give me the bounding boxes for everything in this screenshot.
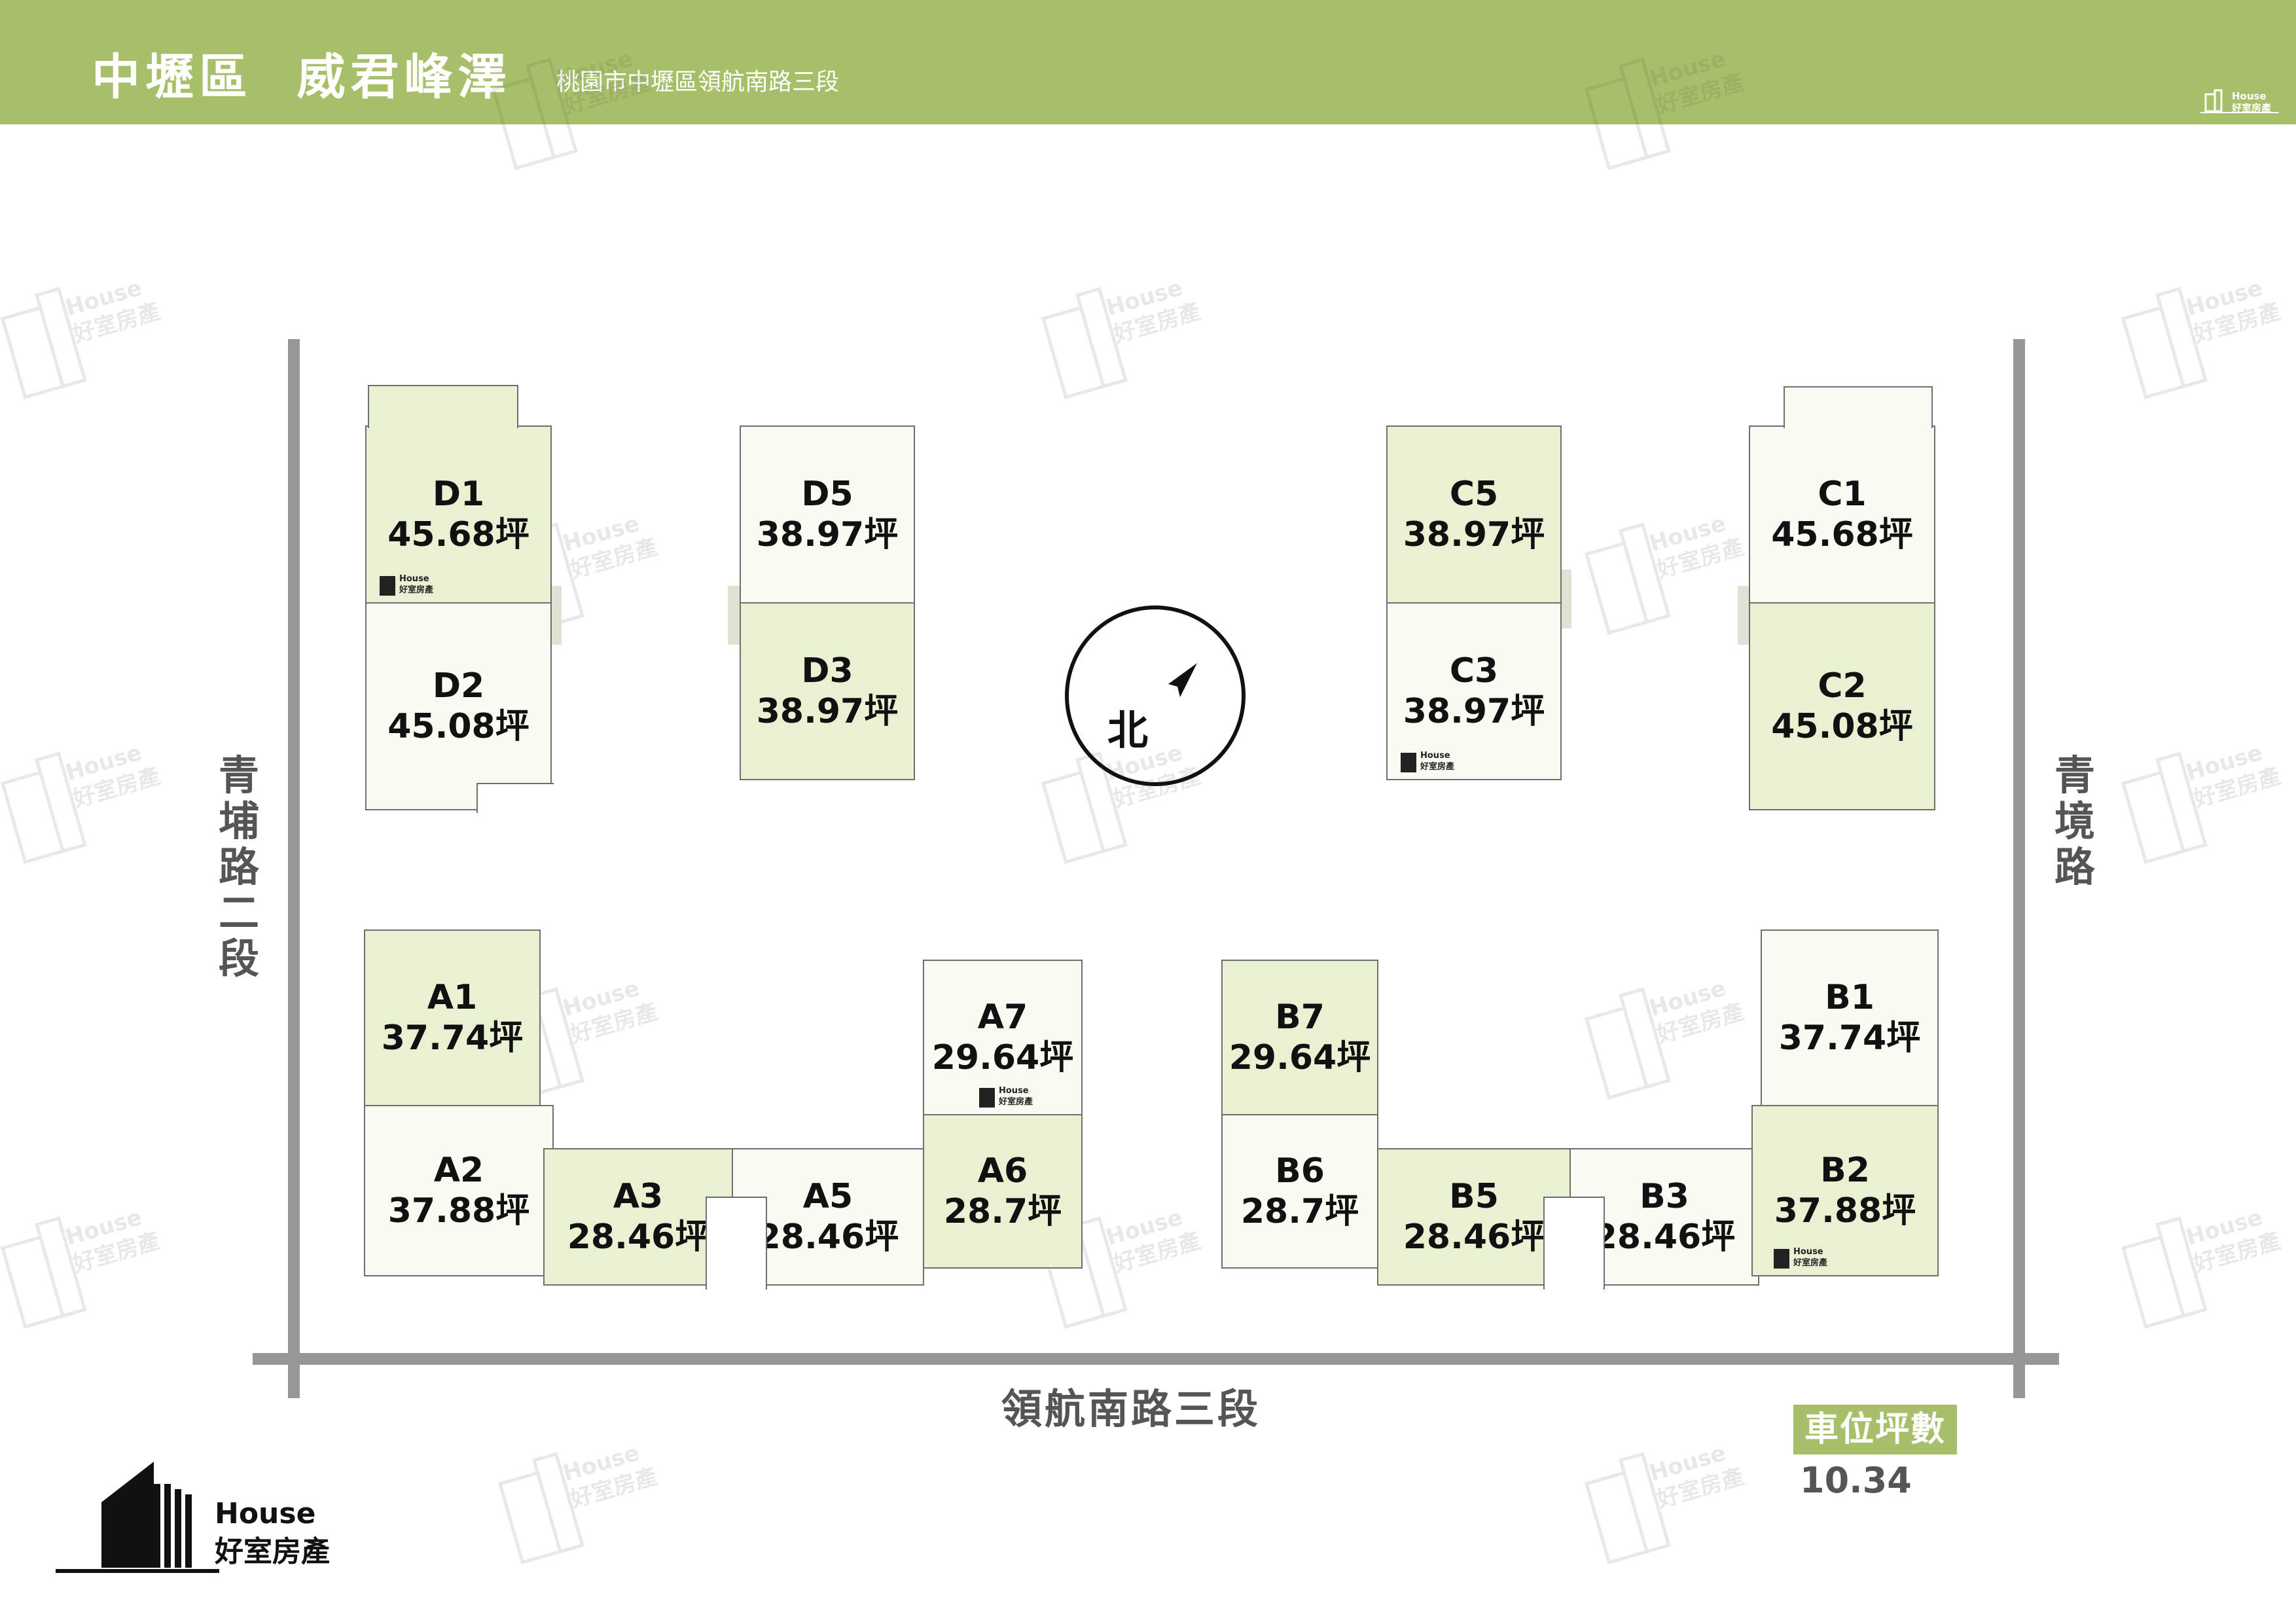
watermark-logo: House好室房產 bbox=[2109, 718, 2296, 865]
watermark-logo: House好室房產 bbox=[0, 718, 181, 865]
unit-area: 37.74坪 bbox=[1778, 1019, 1921, 1058]
unit-area: 38.97坪 bbox=[1403, 692, 1545, 731]
unit-area: 45.08坪 bbox=[387, 707, 529, 746]
brand-text: House 好室房產 bbox=[215, 1495, 330, 1571]
compass-label: 北 bbox=[1107, 706, 1149, 754]
unit-area: 28.7坪 bbox=[943, 1192, 1062, 1231]
unit-D5[interactable]: D5 38.97坪 bbox=[740, 425, 915, 604]
road-line-bottom bbox=[253, 1353, 2059, 1365]
unit-area: 38.97坪 bbox=[756, 692, 899, 731]
unit-area: 28.46坪 bbox=[1403, 1218, 1545, 1257]
watermark-logo: House好室房產 bbox=[1573, 489, 1765, 636]
brand-name-en: House bbox=[215, 1497, 316, 1530]
watermark-logo: House好室房產 bbox=[0, 1183, 181, 1330]
unit-B6[interactable]: B6 28.7坪 bbox=[1221, 1114, 1378, 1269]
watermark-logo: House好室房產 bbox=[2109, 1183, 2296, 1330]
unit-C5[interactable]: C5 38.97坪 bbox=[1386, 425, 1562, 604]
unit-B7[interactable]: B7 29.64坪 bbox=[1221, 960, 1378, 1115]
unit-D3[interactable]: D3 38.97坪 bbox=[740, 602, 915, 780]
unit-A5-notch bbox=[706, 1197, 767, 1290]
unit-A3[interactable]: A3 28.46坪 bbox=[543, 1148, 733, 1286]
connector bbox=[728, 586, 741, 645]
brand-mini-logo: House 好室房產 bbox=[979, 1084, 1051, 1109]
unit-D2-notch bbox=[476, 783, 554, 813]
brand-mini-logo: House 好室房產 bbox=[1401, 749, 1473, 774]
unit-area: 38.97坪 bbox=[756, 515, 899, 554]
building-icon bbox=[979, 1088, 995, 1108]
unit-area: 38.97坪 bbox=[1403, 515, 1545, 554]
watermark-logo: House好室房產 bbox=[2109, 253, 2296, 401]
unit-B3-notch bbox=[1543, 1197, 1605, 1290]
unit-name: B3 bbox=[1640, 1177, 1689, 1216]
unit-name: C2 bbox=[1818, 666, 1867, 706]
watermark-logo: House好室房產 bbox=[1573, 1418, 1765, 1566]
parking-value: 10.34 bbox=[1800, 1460, 1912, 1501]
road-label-left: 青埔路二段 bbox=[218, 751, 259, 983]
unit-area: 29.64坪 bbox=[931, 1038, 1074, 1077]
watermark-logo: House好室房產 bbox=[486, 1418, 679, 1566]
building-icon bbox=[380, 576, 395, 596]
watermark-logo: House好室房產 bbox=[0, 253, 181, 401]
unit-name: B2 bbox=[1820, 1151, 1870, 1190]
unit-name: A5 bbox=[802, 1177, 853, 1216]
unit-name: C1 bbox=[1818, 475, 1867, 514]
road-label-bottom: 領航南路三段 bbox=[1001, 1385, 1261, 1433]
unit-name: A3 bbox=[613, 1177, 664, 1216]
unit-name: A7 bbox=[977, 998, 1028, 1037]
page-title: 中壢區 威君峰澤 bbox=[92, 38, 512, 108]
building-icon bbox=[1401, 753, 1416, 772]
unit-B1[interactable]: B1 37.74坪 bbox=[1761, 929, 1939, 1106]
brand-mini-logo: House 好室房產 bbox=[1774, 1245, 1846, 1270]
unit-C1[interactable]: C1 45.68坪 bbox=[1749, 425, 1935, 604]
brand-mini-logo: House 好室房產 bbox=[380, 572, 452, 597]
unit-name: D5 bbox=[801, 475, 853, 514]
watermark-logo: House好室房產 bbox=[1573, 954, 1765, 1101]
building-icon bbox=[1774, 1249, 1789, 1269]
unit-area: 45.68坪 bbox=[387, 515, 529, 554]
header-brand-text: House 好室房產 bbox=[2232, 90, 2272, 114]
unit-name: C5 bbox=[1449, 475, 1499, 514]
unit-B5[interactable]: B5 28.46坪 bbox=[1377, 1148, 1571, 1286]
unit-C1-bump bbox=[1784, 386, 1933, 428]
road-label-right: 青境路 bbox=[2054, 751, 2095, 891]
north-arrow-icon bbox=[1168, 663, 1197, 697]
title-district: 中壢區 bbox=[92, 49, 253, 105]
header-address: 桃園市中壢區領航南路三段 bbox=[556, 69, 840, 96]
watermark-logo: House好室房產 bbox=[1030, 253, 1222, 401]
unit-area: 45.08坪 bbox=[1771, 707, 1913, 746]
unit-name: A6 bbox=[977, 1151, 1028, 1191]
unit-area: 37.88坪 bbox=[1774, 1191, 1916, 1231]
unit-area: 28.7坪 bbox=[1240, 1192, 1359, 1231]
unit-name: B7 bbox=[1275, 998, 1325, 1037]
unit-area: 28.46坪 bbox=[1593, 1218, 1736, 1257]
unit-D2[interactable]: D2 45.08坪 bbox=[365, 602, 552, 810]
unit-A1[interactable]: A1 37.74坪 bbox=[364, 929, 541, 1106]
title-project: 威君峰澤 bbox=[296, 49, 512, 105]
header-bar: 中壢區 威君峰澤 桃園市中壢區領航南路三段 House 好室房產 bbox=[0, 0, 2296, 124]
unit-name: D1 bbox=[432, 475, 485, 514]
unit-area: 37.74坪 bbox=[381, 1019, 524, 1058]
unit-D1-bump bbox=[368, 385, 518, 428]
unit-C2[interactable]: C2 45.08坪 bbox=[1749, 602, 1935, 810]
parking-label-badge: 車位坪數 bbox=[1793, 1405, 1957, 1454]
unit-A2[interactable]: A2 37.88坪 bbox=[364, 1105, 554, 1276]
unit-area: 29.64坪 bbox=[1229, 1038, 1371, 1077]
unit-area: 37.88坪 bbox=[387, 1191, 530, 1231]
brand-logo-icon bbox=[56, 1462, 219, 1573]
unit-name: B5 bbox=[1449, 1177, 1499, 1216]
unit-name: A2 bbox=[433, 1151, 484, 1190]
unit-area: 28.46坪 bbox=[567, 1218, 709, 1257]
unit-name: A1 bbox=[427, 978, 478, 1017]
unit-A6[interactable]: A6 28.7坪 bbox=[923, 1114, 1083, 1269]
unit-name: B1 bbox=[1825, 978, 1874, 1017]
unit-area: 45.68坪 bbox=[1771, 515, 1913, 554]
unit-name: D3 bbox=[801, 651, 853, 691]
unit-area: 28.46坪 bbox=[757, 1218, 899, 1257]
unit-name: C3 bbox=[1449, 651, 1499, 691]
unit-name: D2 bbox=[432, 666, 485, 706]
road-line-right bbox=[2013, 339, 2025, 1398]
unit-name: B6 bbox=[1275, 1151, 1325, 1191]
brand-name-zh: 好室房產 bbox=[215, 1535, 330, 1568]
road-line-left bbox=[288, 339, 300, 1398]
